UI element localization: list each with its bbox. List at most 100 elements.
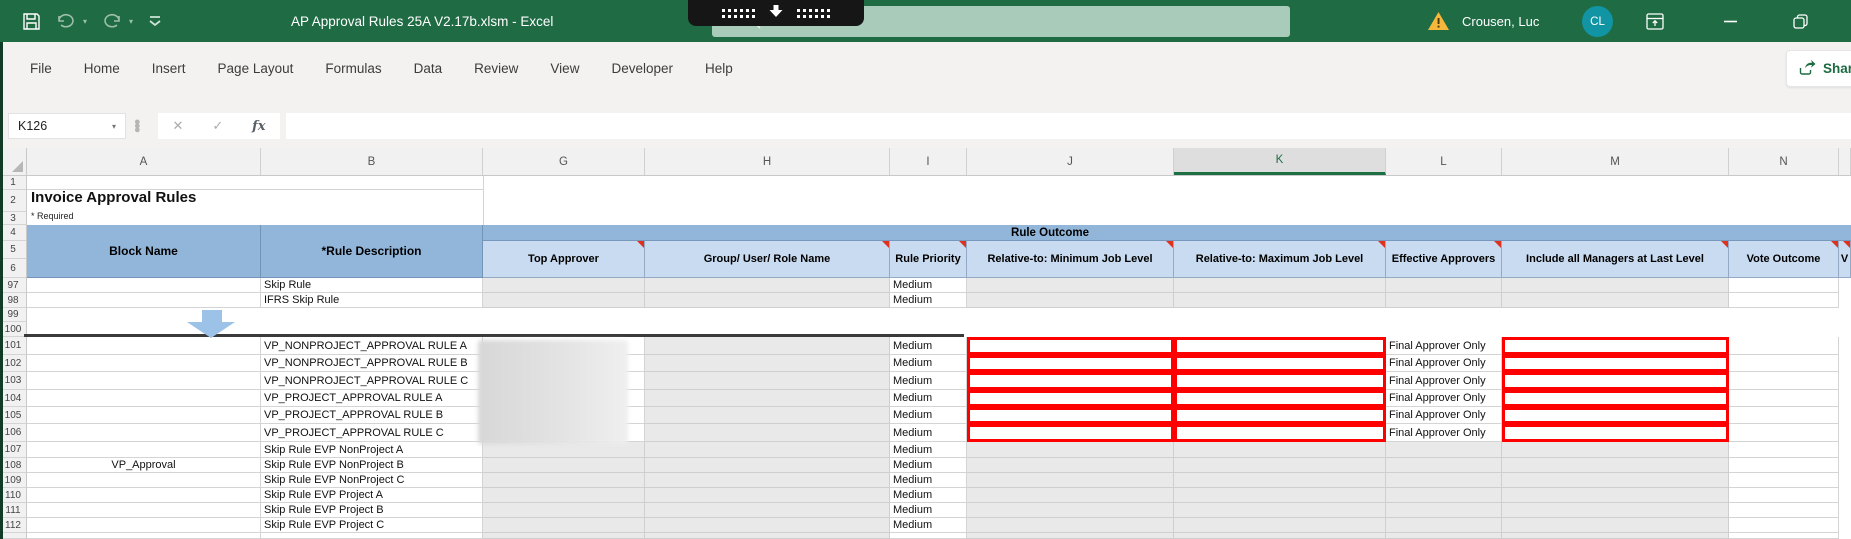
column-header-I[interactable]: I	[890, 148, 967, 175]
row-header-97[interactable]: 97	[0, 278, 27, 293]
cell-G[interactable]	[483, 503, 645, 518]
row-header-98[interactable]: 98	[0, 293, 27, 308]
cell-partial[interactable]	[1839, 372, 1851, 390]
cell-B[interactable]: VP_NONPROJECT_APPROVAL RULE C	[261, 372, 483, 390]
tab-view[interactable]: View	[534, 61, 595, 76]
cell-N[interactable]	[1729, 473, 1839, 488]
cell-partial[interactable]	[1839, 355, 1851, 372]
cell-J[interactable]	[967, 293, 1174, 308]
cell-A[interactable]	[27, 488, 261, 503]
cell-L[interactable]: Final Approver Only	[1386, 390, 1502, 407]
cell-J[interactable]	[967, 424, 1174, 442]
cell-A[interactable]	[27, 372, 261, 390]
tab-data[interactable]: Data	[398, 61, 459, 76]
cell-H[interactable]	[645, 407, 890, 424]
header-cell-relative-to-maximum-job-level[interactable]: Relative-to: Maximum Job Level	[1174, 241, 1386, 278]
cell-I[interactable]: Medium	[890, 442, 967, 458]
header-cell-vote-outcome[interactable]: Vote Outcome	[1729, 241, 1839, 278]
cell-L[interactable]	[1386, 533, 1502, 539]
cell-I[interactable]: Medium	[890, 293, 967, 308]
cell-H[interactable]	[645, 442, 890, 458]
tab-home[interactable]: Home	[68, 61, 136, 76]
cell-I[interactable]: Medium	[890, 390, 967, 407]
cell-N[interactable]	[1729, 518, 1839, 533]
cell-I[interactable]	[890, 533, 967, 539]
cell-I[interactable]: Medium	[890, 503, 967, 518]
cell-A[interactable]	[27, 424, 261, 442]
cell-I[interactable]: Medium	[890, 407, 967, 424]
tab-review[interactable]: Review	[458, 61, 534, 76]
cell-J[interactable]	[967, 390, 1174, 407]
cell-N[interactable]	[1729, 533, 1839, 539]
cell-partial[interactable]	[1839, 533, 1851, 539]
cell-J[interactable]	[967, 278, 1174, 293]
cell-I[interactable]: Medium	[890, 372, 967, 390]
row-header-102[interactable]: 102	[0, 355, 27, 372]
user-name[interactable]: Crousen, Luc	[1462, 0, 1539, 42]
formula-input[interactable]	[286, 113, 1851, 139]
cell-L[interactable]	[1386, 278, 1502, 293]
cell-G[interactable]	[483, 442, 645, 458]
cell-B[interactable]: Skip Rule	[261, 278, 483, 293]
cell-K[interactable]	[1174, 293, 1386, 308]
cell-A[interactable]	[27, 442, 261, 458]
cell-J[interactable]	[967, 407, 1174, 424]
cell-N[interactable]	[1729, 424, 1839, 442]
cell-N[interactable]	[1729, 458, 1839, 473]
cell-J[interactable]	[967, 503, 1174, 518]
cell-I[interactable]: Medium	[890, 355, 967, 372]
cell-partial[interactable]	[1839, 473, 1851, 488]
cell-M[interactable]	[1502, 407, 1729, 424]
presenter-control-bar[interactable]	[688, 0, 864, 26]
column-header-G[interactable]: G	[483, 148, 645, 175]
cell-H[interactable]	[645, 390, 890, 407]
cell-N[interactable]	[1729, 488, 1839, 503]
cell-L[interactable]: Final Approver Only	[1386, 424, 1502, 442]
row-header-112[interactable]: 112	[0, 518, 27, 533]
tab-insert[interactable]: Insert	[136, 61, 202, 76]
cell-H[interactable]	[645, 337, 890, 355]
cell-B[interactable]: VP_PROJECT_APPROVAL RULE B	[261, 407, 483, 424]
header-cell-rule-priority[interactable]: Rule Priority	[890, 241, 967, 278]
cell-A[interactable]	[27, 278, 261, 293]
qat-overflow-icon[interactable]	[147, 14, 163, 28]
cell-L[interactable]	[1386, 518, 1502, 533]
cell-M[interactable]	[1502, 442, 1729, 458]
cell-B[interactable]: Skip Rule EVP Project A	[261, 488, 483, 503]
cell-A[interactable]: VP_Approval	[27, 458, 261, 473]
cell-partial[interactable]	[1839, 424, 1851, 442]
column-header-J[interactable]: J	[967, 148, 1174, 175]
cell-J[interactable]	[967, 458, 1174, 473]
cell-M[interactable]	[1502, 293, 1729, 308]
cell-partial[interactable]	[1839, 293, 1851, 308]
row-header-1[interactable]: 1	[0, 176, 26, 190]
cell-N[interactable]	[1729, 337, 1839, 355]
column-header-M[interactable]: M	[1502, 148, 1729, 175]
cell-L[interactable]	[1386, 442, 1502, 458]
select-all-corner[interactable]	[0, 148, 27, 175]
row-header-111[interactable]: 111	[0, 503, 27, 518]
cell-L[interactable]	[1386, 473, 1502, 488]
cell-blank[interactable]	[27, 308, 1851, 322]
save-icon[interactable]	[22, 12, 41, 31]
cell-H[interactable]	[645, 533, 890, 539]
header-cell-group-user-role-name[interactable]: Group/ User/ Role Name	[645, 241, 890, 278]
cell-partial[interactable]	[1839, 337, 1851, 355]
cell-B[interactable]: Skip Rule EVP NonProject B	[261, 458, 483, 473]
cell-G[interactable]	[483, 518, 645, 533]
cell-A[interactable]	[27, 503, 261, 518]
cell-L[interactable]: Final Approver Only	[1386, 355, 1502, 372]
cell-K[interactable]	[1174, 337, 1386, 355]
cell-partial[interactable]	[1839, 407, 1851, 424]
header-cell-top-approver[interactable]: Top Approver	[483, 241, 645, 278]
cell-H[interactable]	[645, 503, 890, 518]
cell-M[interactable]	[1502, 533, 1729, 539]
cell-B[interactable]: VP_PROJECT_APPROVAL RULE C	[261, 424, 483, 442]
cell-I[interactable]: Medium	[890, 518, 967, 533]
ribbon-display-options-icon[interactable]	[1640, 0, 1670, 42]
column-header-L[interactable]: L	[1386, 148, 1502, 175]
cell-N[interactable]	[1729, 390, 1839, 407]
cell-A[interactable]	[27, 355, 261, 372]
cell-A[interactable]	[27, 337, 261, 355]
row-header-105[interactable]: 105	[0, 407, 27, 424]
